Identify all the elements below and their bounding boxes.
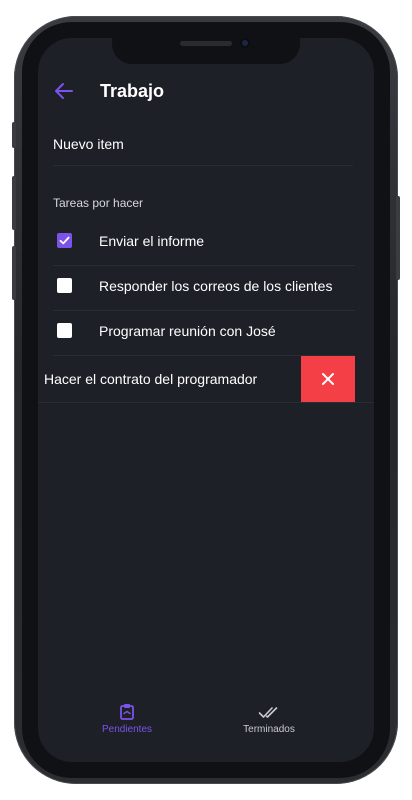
close-icon [322,373,334,385]
delete-button[interactable] [301,356,355,402]
back-button[interactable] [54,82,74,100]
app-screen: Trabajo Nuevo item Tareas por hacer Envi… [38,38,374,762]
task-checkbox[interactable] [57,278,72,293]
tab-label: Pendientes [101,724,153,735]
task-checkbox[interactable] [57,323,72,338]
power-button [396,196,400,280]
arrow-left-icon [55,83,73,99]
double-check-icon [258,707,278,718]
task-row: Programar reunión con José [53,310,355,356]
task-label: Responder los correos de los clientes [99,278,333,294]
clipboard-icon [120,704,134,720]
new-item-input[interactable]: Nuevo item [53,130,353,166]
bottom-tab-bar: Pendientes Terminados [38,703,374,753]
task-row: Enviar el informe [53,220,355,266]
task-label: Hacer el contrato del programador [44,371,258,387]
tab-terminados[interactable]: Terminados [219,703,319,747]
task-row-swiped[interactable]: Hacer el contrato del programador [38,356,374,403]
front-camera [240,38,250,48]
section-label: Tareas por hacer [53,196,144,210]
task-checkbox-checked[interactable] [57,233,72,248]
task-label: Enviar el informe [99,233,205,249]
task-row: Responder los correos de los clientes [53,265,355,311]
speaker-grille [180,41,232,46]
page-title: Trabajo [100,81,165,101]
tab-pendientes[interactable]: Pendientes [77,703,177,747]
volume-up-button [12,176,16,230]
volume-down-button [12,246,16,300]
mute-switch [12,122,16,148]
tab-label: Terminados [243,724,295,735]
check-icon [59,236,70,245]
task-label: Programar reunión con José [99,323,276,339]
